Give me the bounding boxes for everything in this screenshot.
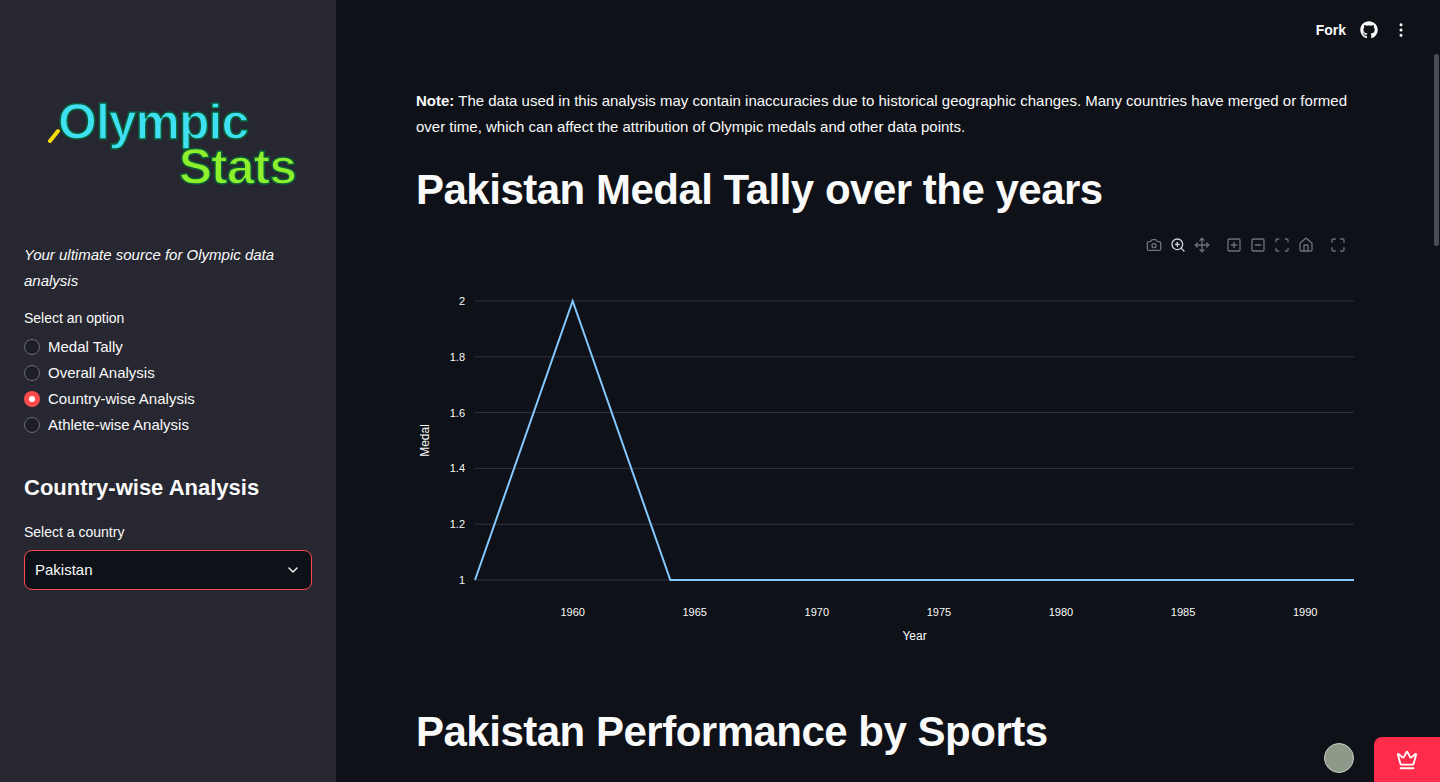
camera-icon[interactable]: [1146, 237, 1162, 253]
fullscreen-icon[interactable]: [1330, 237, 1346, 253]
tagline: Your ultimate source for Olympic data an…: [24, 242, 312, 294]
pan-icon[interactable]: [1194, 237, 1210, 253]
radio-circle: [24, 339, 40, 355]
x-tick: 1980: [1049, 606, 1073, 618]
radio-option[interactable]: Athlete-wise Analysis: [24, 412, 312, 438]
grid-line: [475, 356, 1354, 357]
radio-circle: [24, 391, 40, 407]
x-tick: 1965: [683, 606, 707, 618]
autoscale-icon[interactable]: [1274, 237, 1290, 253]
zoom-in-icon[interactable]: [1226, 237, 1242, 253]
y-tick: 1.2: [450, 518, 465, 530]
note: Note: The data used in this analysis may…: [416, 88, 1354, 140]
medal-chart[interactable]: 1 1.2 1.4 1.6 1.8 2 1960 1965 1970 1975 1980 1985 19…: [416, 230, 1354, 660]
section-heading: Pakistan Performance by Sports: [416, 706, 1354, 758]
y-tick: 1.6: [450, 407, 465, 419]
sidebar: OlympicStats Your ultimate source for Oly…: [0, 0, 336, 782]
line-chart: 1 1.2 1.4 1.6 1.8 2 1960 1965 1970 1975 1980 1985 19…: [416, 260, 1354, 660]
chart-toolbar: [416, 230, 1354, 260]
reset-axes-icon[interactable]: [1298, 237, 1314, 253]
series-line: [475, 301, 1354, 580]
x-tick: 1990: [1293, 606, 1317, 618]
scrollbar[interactable]: [1434, 54, 1439, 246]
app: OlympicStats Your ultimate source for Oly…: [0, 0, 1440, 782]
content: Note: The data used in this analysis may…: [336, 60, 1354, 758]
x-tick: 1975: [927, 606, 951, 618]
radio-circle: [24, 365, 40, 381]
top-bar: Fork: [336, 0, 1440, 60]
grid-line: [475, 468, 1354, 469]
github-icon[interactable]: [1360, 21, 1378, 39]
y-tick: 1.8: [450, 351, 465, 363]
zoom-icon[interactable]: [1170, 237, 1186, 253]
option-radio-group: Select an optionMedal TallyOverall Analy…: [24, 308, 312, 438]
zoom-out-icon[interactable]: [1250, 237, 1266, 253]
y-axis-title: Medal: [418, 424, 432, 457]
grid-line: [475, 301, 1354, 302]
radio-option[interactable]: Medal Tally: [24, 334, 312, 360]
grid-line: [475, 412, 1354, 413]
select-label: Select a country: [24, 522, 312, 542]
country-select[interactable]: Pakistan: [24, 550, 312, 590]
y-tick: 1.4: [450, 462, 465, 474]
x-tick: 1960: [560, 606, 584, 618]
avatar[interactable]: [1324, 743, 1354, 773]
x-tick: 1970: [805, 606, 829, 618]
grid-line: [475, 524, 1354, 525]
x-tick: 1985: [1171, 606, 1195, 618]
fork-button[interactable]: Fork: [1316, 20, 1346, 41]
crown-icon: [1396, 749, 1418, 771]
menu-icon[interactable]: [1392, 21, 1410, 39]
x-axis-title: Year: [902, 629, 926, 643]
y-tick: 2: [459, 295, 465, 307]
main-panel: Fork Note: The data used in this analysis…: [336, 0, 1440, 782]
chevron-down-icon: [285, 562, 301, 578]
radio-option[interactable]: Country-wise Analysis: [24, 386, 312, 412]
radio-circle: [24, 417, 40, 433]
streamlit-badge[interactable]: [1374, 737, 1440, 782]
radio-option[interactable]: Overall Analysis: [24, 360, 312, 386]
chart-title: Pakistan Medal Tally over the years: [416, 164, 1354, 216]
logo: OlympicStats: [48, 100, 296, 190]
y-tick: 1: [459, 574, 465, 586]
section-title: Country-wise Analysis: [24, 472, 312, 504]
